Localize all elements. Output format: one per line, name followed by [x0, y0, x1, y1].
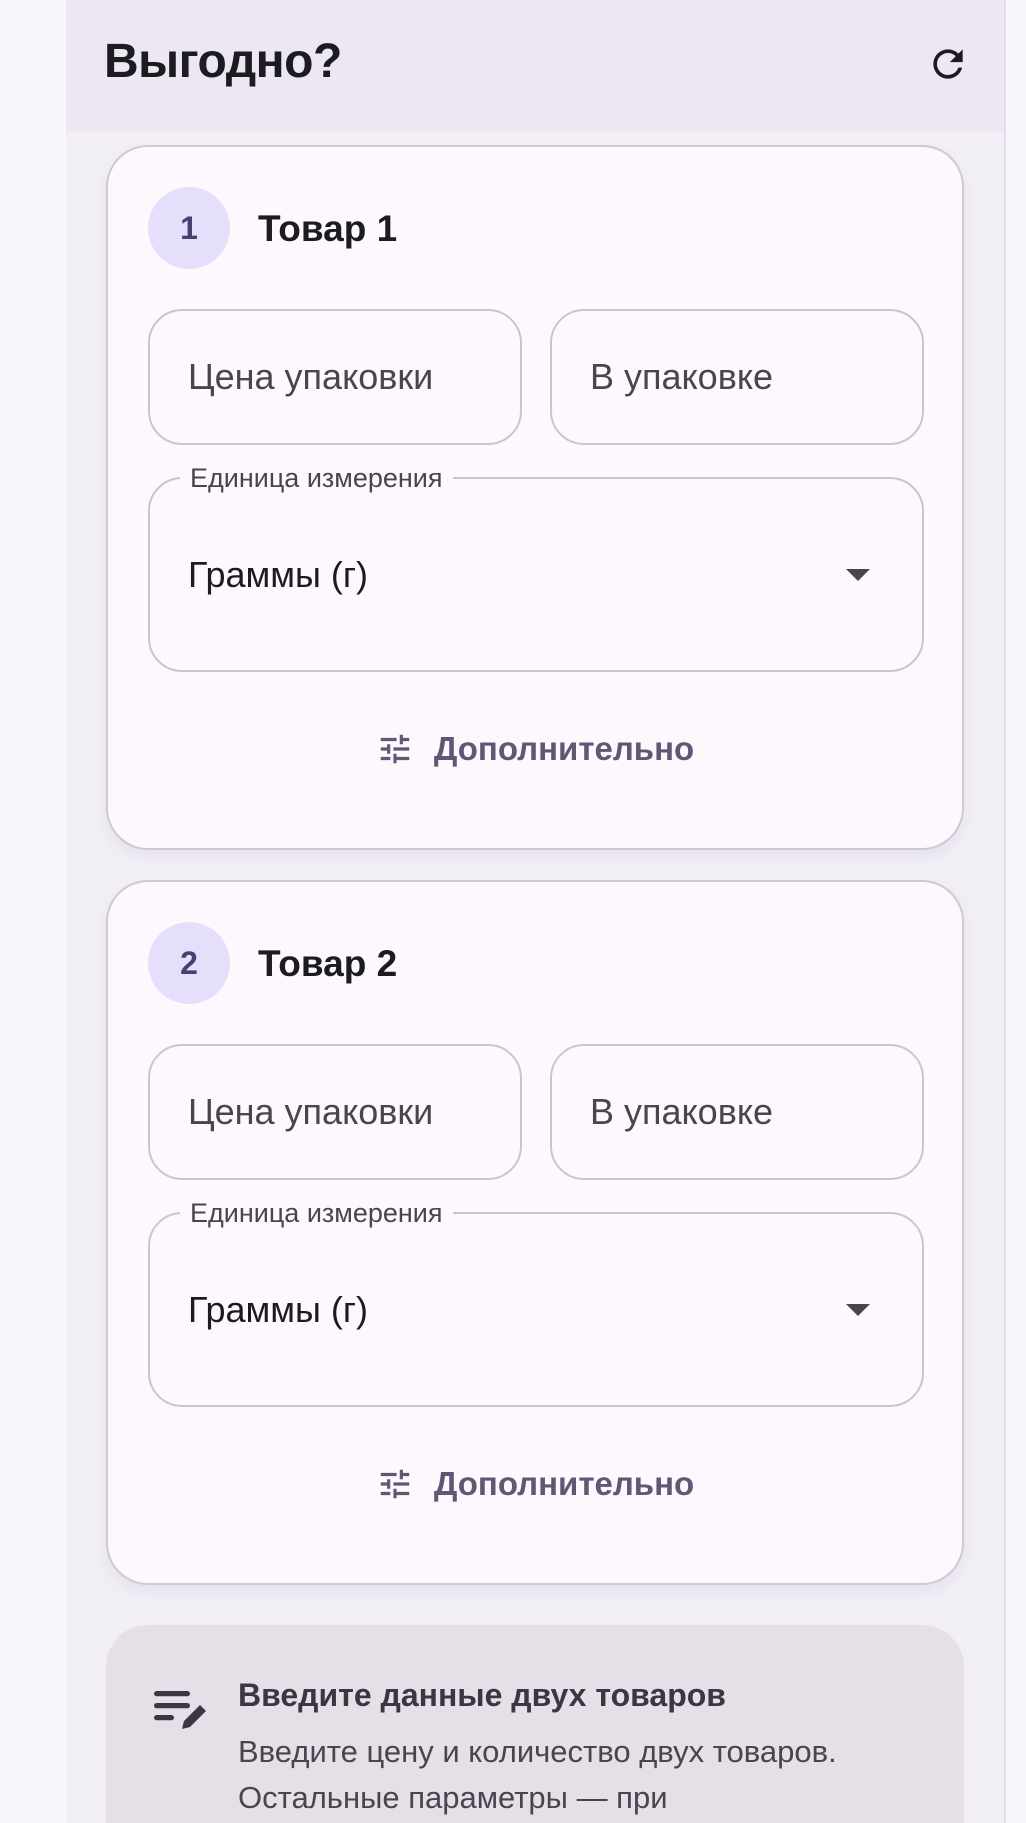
product-card-2: 2 Товар 2 Единица измерения Граммы (г) Д… — [106, 880, 964, 1585]
info-title: Введите данные двух товаров — [238, 1677, 726, 1713]
more-options-label: Дополнительно — [433, 730, 695, 767]
unit-select-label: Единица измерения — [180, 461, 453, 495]
quantity-input[interactable] — [550, 1044, 924, 1180]
edit-note-icon — [154, 1691, 206, 1729]
unit-select-value: Граммы (г) — [188, 554, 368, 595]
unit-select-label: Единица измерения — [180, 1196, 453, 1230]
app-window: Выгодно? 1 Товар 1 Единица измерения Гра… — [66, 0, 1006, 1823]
tune-icon — [380, 734, 410, 764]
more-options-label: Дополнительно — [433, 1465, 695, 1502]
unit-select[interactable]: Единица измерения Граммы (г) — [148, 461, 924, 672]
page: Выгодно? 1 Товар 1 Единица измерения Гра… — [0, 0, 1026, 1823]
info-card: Введите данные двух товаров Введите цену… — [106, 1625, 964, 1823]
price-input[interactable] — [148, 1044, 522, 1180]
dropdown-arrow-icon — [846, 569, 870, 581]
price-input[interactable] — [148, 309, 522, 445]
app-bar: Выгодно? — [66, 0, 1004, 132]
dropdown-arrow-icon — [846, 1304, 870, 1316]
refresh-button[interactable] — [922, 38, 974, 90]
tune-icon — [380, 1469, 410, 1499]
product-title: Товар 2 — [258, 943, 398, 984]
refresh-icon — [933, 49, 963, 79]
more-options-button[interactable]: Дополнительно — [108, 719, 962, 779]
product-number-badge: 2 — [148, 922, 230, 1004]
app-title: Выгодно? — [104, 35, 342, 88]
info-text: Введите цену и количество двух товаров. … — [238, 1734, 837, 1815]
product-title: Товар 1 — [258, 208, 398, 249]
unit-select-value: Граммы (г) — [188, 1289, 368, 1330]
unit-select[interactable]: Единица измерения Граммы (г) — [148, 1196, 924, 1407]
quantity-input[interactable] — [550, 309, 924, 445]
product-number-badge: 1 — [148, 187, 230, 269]
product-card-1: 1 Товар 1 Единица измерения Граммы (г) Д… — [106, 145, 964, 850]
more-options-button[interactable]: Дополнительно — [108, 1454, 962, 1514]
